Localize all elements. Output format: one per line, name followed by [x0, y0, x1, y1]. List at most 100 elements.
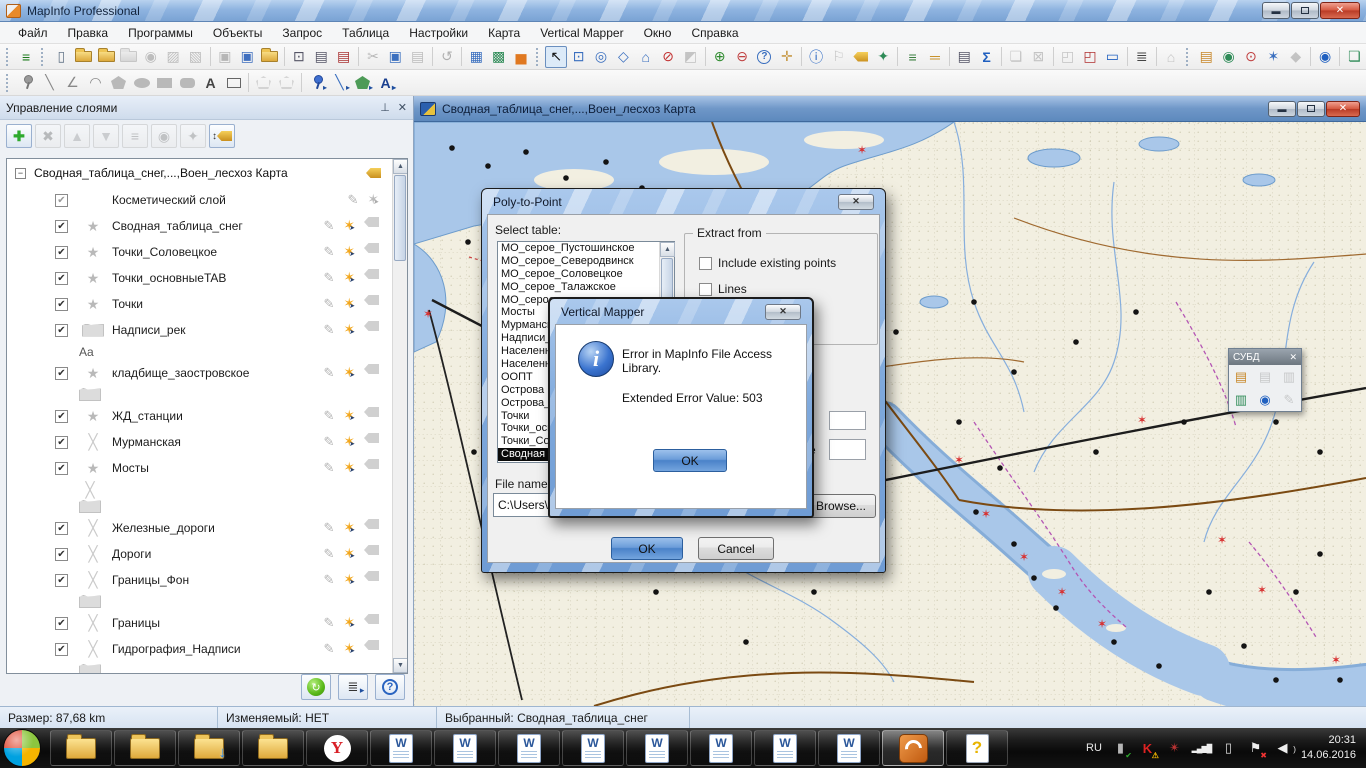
cut-icon[interactable]: ✂	[362, 46, 384, 68]
layer-selectable-icon[interactable]	[343, 545, 355, 563]
layer-autolabel-icon[interactable]	[364, 640, 379, 650]
polygon-select-icon[interactable]: ◇	[612, 46, 634, 68]
region-style-icon[interactable]	[351, 72, 374, 94]
layer-row[interactable]: кладбище_заостровское	[7, 360, 407, 386]
radius-select-icon[interactable]: ◎	[590, 46, 612, 68]
ellipse-tool-icon[interactable]	[130, 72, 153, 94]
layer-visible-checkbox[interactable]	[55, 548, 68, 561]
partially-hidden-field[interactable]	[829, 439, 866, 460]
layer-order-button[interactable]: ≣	[338, 674, 368, 700]
layer-autolabel-icon[interactable]	[364, 459, 379, 469]
layer-tree-scrollbar[interactable]: ▲ ▼	[392, 159, 407, 673]
layer-autolabel-icon[interactable]	[364, 364, 379, 374]
frame-tool-icon[interactable]	[222, 72, 245, 94]
dbms-panel-titlebar[interactable]: СУБД ✕	[1229, 349, 1301, 365]
include-existing-points-checkbox[interactable]	[699, 257, 712, 270]
layer-visible-checkbox[interactable]	[55, 574, 68, 587]
layer-visible-checkbox[interactable]	[55, 246, 68, 259]
error-dialog-close-icon[interactable]: ✕	[765, 304, 801, 320]
layer-visible-checkbox[interactable]	[55, 436, 68, 449]
geocode-tool-icon[interactable]: ✶	[1262, 46, 1284, 68]
toolbar-grip[interactable]	[6, 48, 11, 66]
layer-selectable-icon[interactable]	[343, 243, 355, 261]
move-layer-up-icon[interactable]: ▲	[64, 124, 90, 148]
layer-visible-checkbox[interactable]	[55, 522, 68, 535]
scalebar-tool-icon[interactable]: ▭	[1101, 46, 1123, 68]
usb-device-icon[interactable]: ▮✔	[1112, 740, 1129, 757]
taskbar-folder-button[interactable]	[114, 730, 176, 766]
layer-visible-checkbox[interactable]	[55, 324, 68, 337]
open-universal-data-icon[interactable]: ▨	[162, 46, 184, 68]
scroll-down-icon[interactable]: ▼	[393, 658, 408, 673]
text-tool-icon[interactable]: A	[199, 72, 222, 94]
unselect-all-icon[interactable]: ⊘	[657, 46, 679, 68]
taskbar-word-button[interactable]: W	[754, 730, 816, 766]
open-dbms-icon[interactable]: ▤	[1195, 46, 1217, 68]
layer-editable-icon[interactable]	[323, 433, 334, 451]
menu-options[interactable]: Настройки	[399, 23, 478, 43]
arc-tool-icon[interactable]: ◠	[84, 72, 107, 94]
symbol-tool-icon[interactable]	[15, 72, 38, 94]
layer-projection-icon[interactable]: ◉	[151, 124, 177, 148]
layer-editable-icon[interactable]	[323, 243, 334, 261]
toolbar-grip[interactable]	[6, 74, 11, 92]
layer-tree-root[interactable]: − Сводная_таблица_снег,...,Воен_лесхоз К…	[7, 159, 407, 187]
refresh-dbms-icon[interactable]: ◉	[1253, 388, 1277, 411]
set-target-icon[interactable]: ❏	[1005, 46, 1027, 68]
taskbar-yandex-button[interactable]: Y	[306, 730, 368, 766]
add-node-tool-icon[interactable]	[275, 72, 298, 94]
layer-editable-icon[interactable]	[323, 217, 334, 235]
layer-row[interactable]: Границы_Фон	[7, 567, 407, 593]
layer-selectable-icon[interactable]	[343, 640, 355, 658]
statistics-window-icon[interactable]: Σ	[975, 46, 997, 68]
poly-dialog-close-icon[interactable]: ✕	[838, 194, 874, 210]
layer-editable-icon[interactable]	[323, 269, 334, 287]
layer-selectable-icon[interactable]	[343, 295, 355, 313]
open-dbms-table-icon[interactable]: ▤	[1229, 365, 1253, 388]
layer-editable-icon[interactable]	[347, 191, 358, 209]
layer-control-icon[interactable]: ≡	[15, 46, 37, 68]
layer-visible-checkbox[interactable]	[55, 617, 68, 630]
satellite-device-icon[interactable]: ✴	[1166, 740, 1183, 757]
info-tool-icon[interactable]: ⓘ	[805, 46, 827, 68]
error-dialog-titlebar[interactable]: Vertical Mapper ✕	[555, 299, 807, 324]
taskbar-word-button[interactable]: W	[434, 730, 496, 766]
layer-selectable-icon[interactable]	[343, 407, 355, 425]
line-tool-icon[interactable]: ╲	[38, 72, 61, 94]
line-style-icon[interactable]: ╲	[328, 72, 351, 94]
change-zoom-icon[interactable]: ?	[753, 46, 775, 68]
layer-editable-icon[interactable]	[323, 459, 334, 477]
signal-strength-icon[interactable]: ▂▄▆█	[1193, 740, 1210, 757]
open-workspace-icon[interactable]	[95, 46, 117, 68]
action-center-flag-icon[interactable]: ⚑✖	[1247, 740, 1264, 757]
layer-editable-icon[interactable]	[323, 571, 334, 589]
show-mapbasic-window-icon[interactable]: ❏	[1343, 46, 1365, 68]
print-preview-icon[interactable]: ⊡	[288, 46, 310, 68]
layer-autolabel-icon[interactable]	[364, 217, 379, 227]
layer-selectable-icon[interactable]	[343, 269, 355, 287]
minimize-button[interactable]: ▬	[1262, 2, 1290, 19]
layer-visible-checkbox[interactable]	[55, 272, 68, 285]
dbms-close-icon[interactable]: ✕	[1289, 352, 1297, 363]
menu-file[interactable]: Файл	[8, 23, 58, 43]
layer-autolabel-icon[interactable]	[364, 519, 379, 529]
language-indicator[interactable]: RU	[1086, 742, 1102, 754]
map-window-titlebar[interactable]: Сводная_таблица_снег,...,Воен_лесхоз Кар…	[414, 96, 1366, 122]
help-button[interactable]: ?	[375, 674, 405, 700]
taskbar-word-button[interactable]: W	[562, 730, 624, 766]
rectangle-tool-icon[interactable]	[153, 72, 176, 94]
add-layers-icon[interactable]: ✚	[6, 124, 32, 148]
layer-row[interactable]: Границы	[7, 610, 407, 636]
layer-visible-checkbox[interactable]	[55, 643, 68, 656]
open-table-icon[interactable]	[73, 46, 95, 68]
layer-row[interactable]: Сводная_таблица_снег	[7, 213, 407, 239]
mapping-wizard-icon[interactable]: ⊙	[1240, 46, 1262, 68]
remove-layer-icon[interactable]: ✖	[35, 124, 61, 148]
layer-visible-checkbox[interactable]	[55, 298, 68, 311]
partially-hidden-field[interactable]	[829, 411, 866, 430]
open-odbc-icon[interactable]: ▧	[184, 46, 206, 68]
label-tool-icon[interactable]	[850, 46, 872, 68]
lines-checkbox[interactable]	[699, 283, 712, 296]
security-shield-icon[interactable]: ◆	[1285, 46, 1307, 68]
menu-table[interactable]: Таблица	[332, 23, 399, 43]
